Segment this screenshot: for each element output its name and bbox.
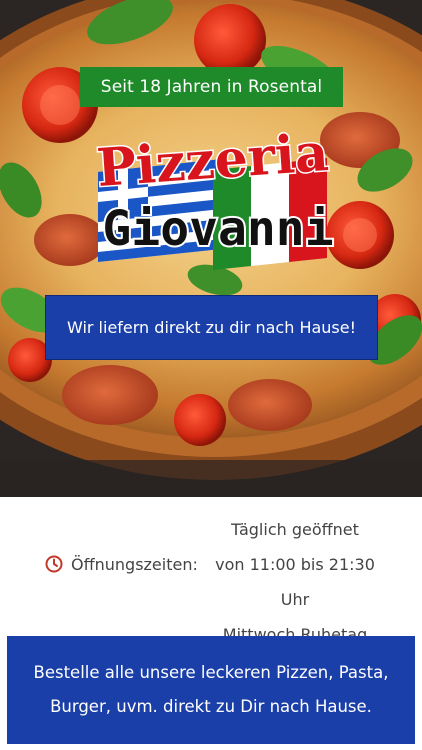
clock-icon: [45, 555, 63, 573]
since-badge: Seit 18 Jahren in Rosental: [80, 67, 343, 107]
hours-line-times: von 11:00 bis 21:30 Uhr: [215, 555, 375, 609]
opening-hours-label-text: Öffnungszeiten:: [71, 554, 198, 574]
order-banner-line-1: Bestelle alle unsere leckeren Pizzen, Pa…: [33, 663, 389, 682]
order-banner-line-2: Burger, uvm. direkt zu Dir nach Hause.: [50, 697, 372, 716]
hero-section: Seit 18 Jahren in Rosental Pizzeria Giov…: [0, 0, 422, 497]
order-banner: Bestelle alle unsere leckeren Pizzen, Pa…: [7, 636, 415, 744]
hours-line-daily: Täglich geöffnet: [231, 520, 359, 539]
delivery-banner: Wir liefern direkt zu dir nach Hause!: [45, 295, 378, 360]
logo-word-giovanni: Giovanni: [102, 201, 333, 257]
opening-hours-details: Täglich geöffnet von 11:00 bis 21:30 Uhr…: [200, 512, 390, 652]
opening-hours-label: Öffnungszeiten:: [45, 552, 198, 576]
pizzeria-logo: Pizzeria Giovanni: [93, 120, 336, 270]
